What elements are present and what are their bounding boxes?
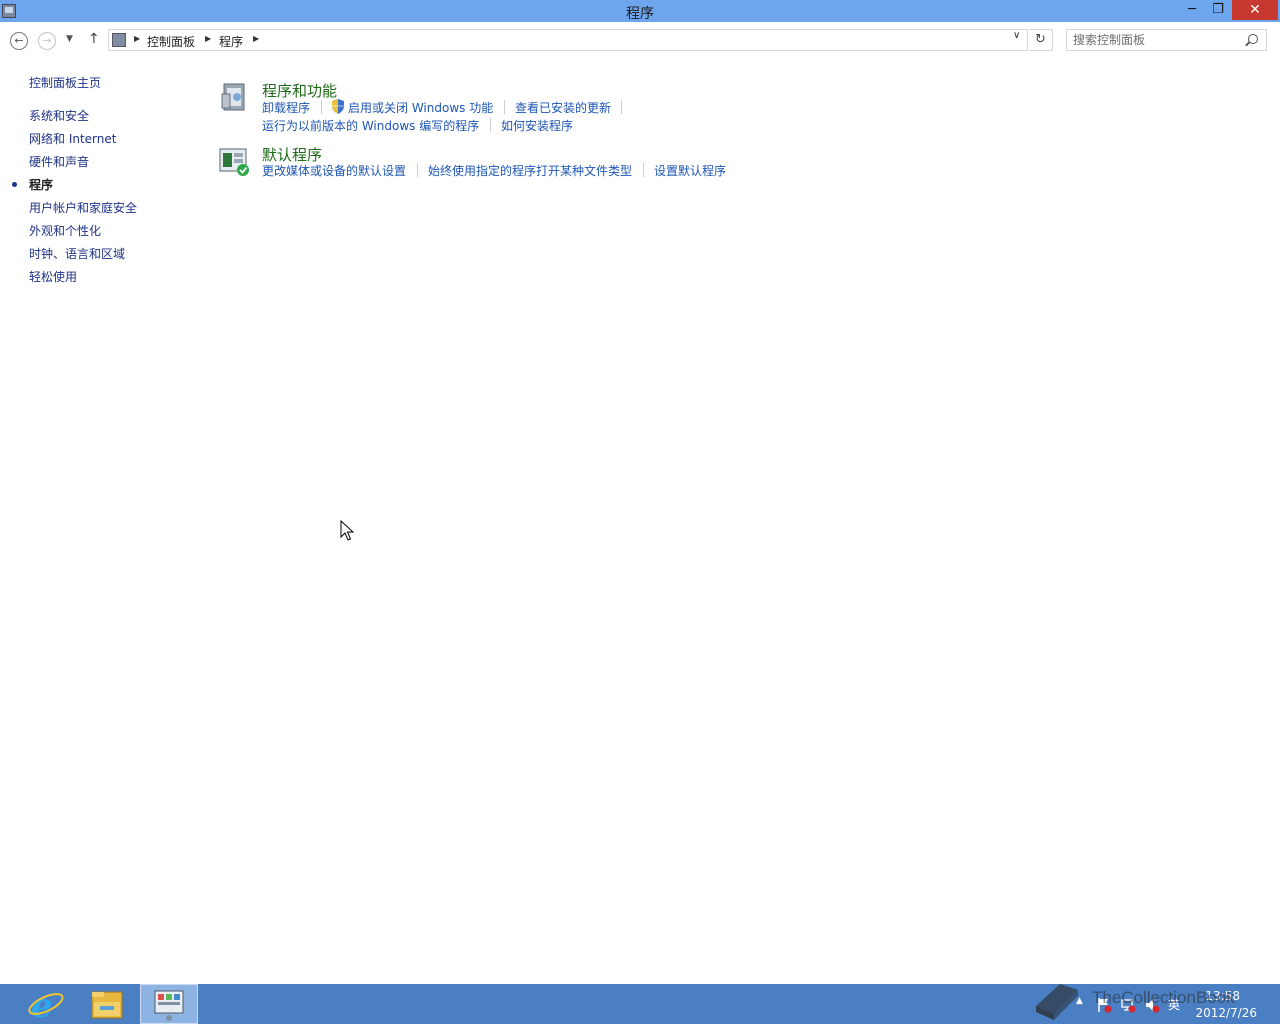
sidebar-item-clock-region[interactable]: 时钟、语言和区域 — [29, 245, 125, 262]
close-button[interactable]: ✕ — [1232, 0, 1278, 20]
set-default-programs-link[interactable]: 设置默认程序 — [654, 162, 726, 179]
uac-shield-icon — [332, 99, 344, 114]
compatibility-link[interactable]: 运行为以前版本的 Windows 编写的程序 — [262, 117, 479, 134]
installed-updates-link[interactable]: 查看已安装的更新 — [515, 99, 611, 116]
media-autoplay-link[interactable]: 更改媒体或设备的默认设置 — [262, 162, 406, 179]
window-title: 程序 — [626, 6, 654, 22]
windows-features-link[interactable]: 启用或关闭 Windows 功能 — [348, 99, 493, 116]
back-button[interactable]: ← — [10, 32, 28, 50]
link-separator — [621, 100, 622, 114]
search-icon[interactable] — [1248, 34, 1258, 44]
sidebar-item-network[interactable]: 网络和 Internet — [29, 130, 116, 147]
breadcrumb-control-panel[interactable]: 控制面板 — [147, 33, 195, 50]
recent-locations-button[interactable]: ▼ — [66, 34, 73, 44]
control-panel-icon — [112, 33, 126, 47]
link-separator — [504, 100, 505, 114]
link-separator — [643, 163, 644, 177]
taskbar: e ▲ 英 13:58 2012/7/26 — [0, 984, 1280, 1026]
sidebar-item-system-security[interactable]: 系统和安全 — [29, 107, 89, 124]
search-box[interactable] — [1066, 29, 1267, 51]
link-separator — [417, 163, 418, 177]
current-item-bullet-icon — [12, 182, 17, 187]
sidebar-item-hardware-sound[interactable]: 硬件和声音 — [29, 153, 89, 170]
breadcrumb-chevron-icon[interactable]: ▶ — [205, 34, 211, 43]
uninstall-program-link[interactable]: 卸载程序 — [262, 99, 310, 116]
sidebar-item-programs: 程序 — [29, 178, 54, 192]
system-tray: ▲ 英 13:58 2012/7/26 — [1020, 984, 1280, 1024]
how-to-install-link[interactable]: 如何安装程序 — [501, 117, 573, 134]
refresh-button[interactable]: ↻ — [1029, 29, 1053, 51]
show-hidden-icons-icon[interactable]: ▲ — [1076, 996, 1083, 1006]
sidebar-item-ease-of-access[interactable]: 轻松使用 — [29, 268, 77, 285]
breadcrumb-chevron-icon[interactable]: ▶ — [134, 34, 140, 43]
volume-muted-icon[interactable] — [1144, 997, 1160, 1013]
sidebar-item-user-accounts[interactable]: 用户帐户和家庭安全 — [29, 199, 137, 216]
network-icon[interactable] — [1120, 997, 1136, 1013]
breadcrumb-programs[interactable]: 程序 — [219, 33, 243, 50]
programs-features-icon[interactable] — [218, 80, 250, 112]
link-separator — [321, 100, 322, 114]
title-bar: 程序 ─ ❐ ✕ — [0, 0, 1280, 22]
taskbar-explorer-button[interactable] — [78, 984, 136, 1024]
file-association-link[interactable]: 始终使用指定的程序打开某种文件类型 — [428, 162, 632, 179]
programs-features-title[interactable]: 程序和功能 — [262, 80, 337, 101]
breadcrumb-chevron-icon[interactable]: ▶ — [253, 34, 259, 43]
up-button[interactable]: ↑ — [88, 31, 100, 47]
forward-button[interactable]: → — [38, 32, 56, 50]
minimize-button[interactable]: ─ — [1180, 0, 1204, 20]
navigation-bar: ← → ▼ ↑ ▶ 控制面板 ▶ 程序 ▶ ∨ ↻ — [0, 22, 1280, 60]
internet-explorer-icon: e — [28, 986, 64, 1026]
sidebar-item-appearance[interactable]: 外观和个性化 — [29, 222, 101, 239]
taskbar-ie-button[interactable]: e — [16, 984, 74, 1026]
maximize-button[interactable]: ❐ — [1206, 0, 1230, 20]
svg-text:e: e — [31, 986, 53, 1024]
action-center-flag-icon[interactable] — [1096, 997, 1112, 1013]
mouse-cursor-icon — [340, 520, 354, 541]
file-explorer-icon — [91, 991, 123, 1019]
search-input[interactable] — [1073, 32, 1233, 48]
control-panel-icon — [154, 990, 184, 1021]
sidebar-home-link[interactable]: 控制面板主页 — [29, 74, 101, 91]
taskbar-control-panel-button[interactable] — [140, 984, 198, 1024]
link-separator — [490, 118, 491, 132]
default-programs-icon[interactable] — [218, 144, 250, 176]
input-language-indicator[interactable]: 英 — [1168, 996, 1180, 1013]
clock-time[interactable]: 13:58 — [1205, 989, 1240, 1003]
address-bar[interactable]: ▶ 控制面板 ▶ 程序 ▶ — [108, 29, 1028, 51]
clock-date[interactable]: 2012/7/26 — [1195, 1006, 1257, 1020]
address-dropdown-icon[interactable]: ∨ — [1013, 30, 1020, 41]
